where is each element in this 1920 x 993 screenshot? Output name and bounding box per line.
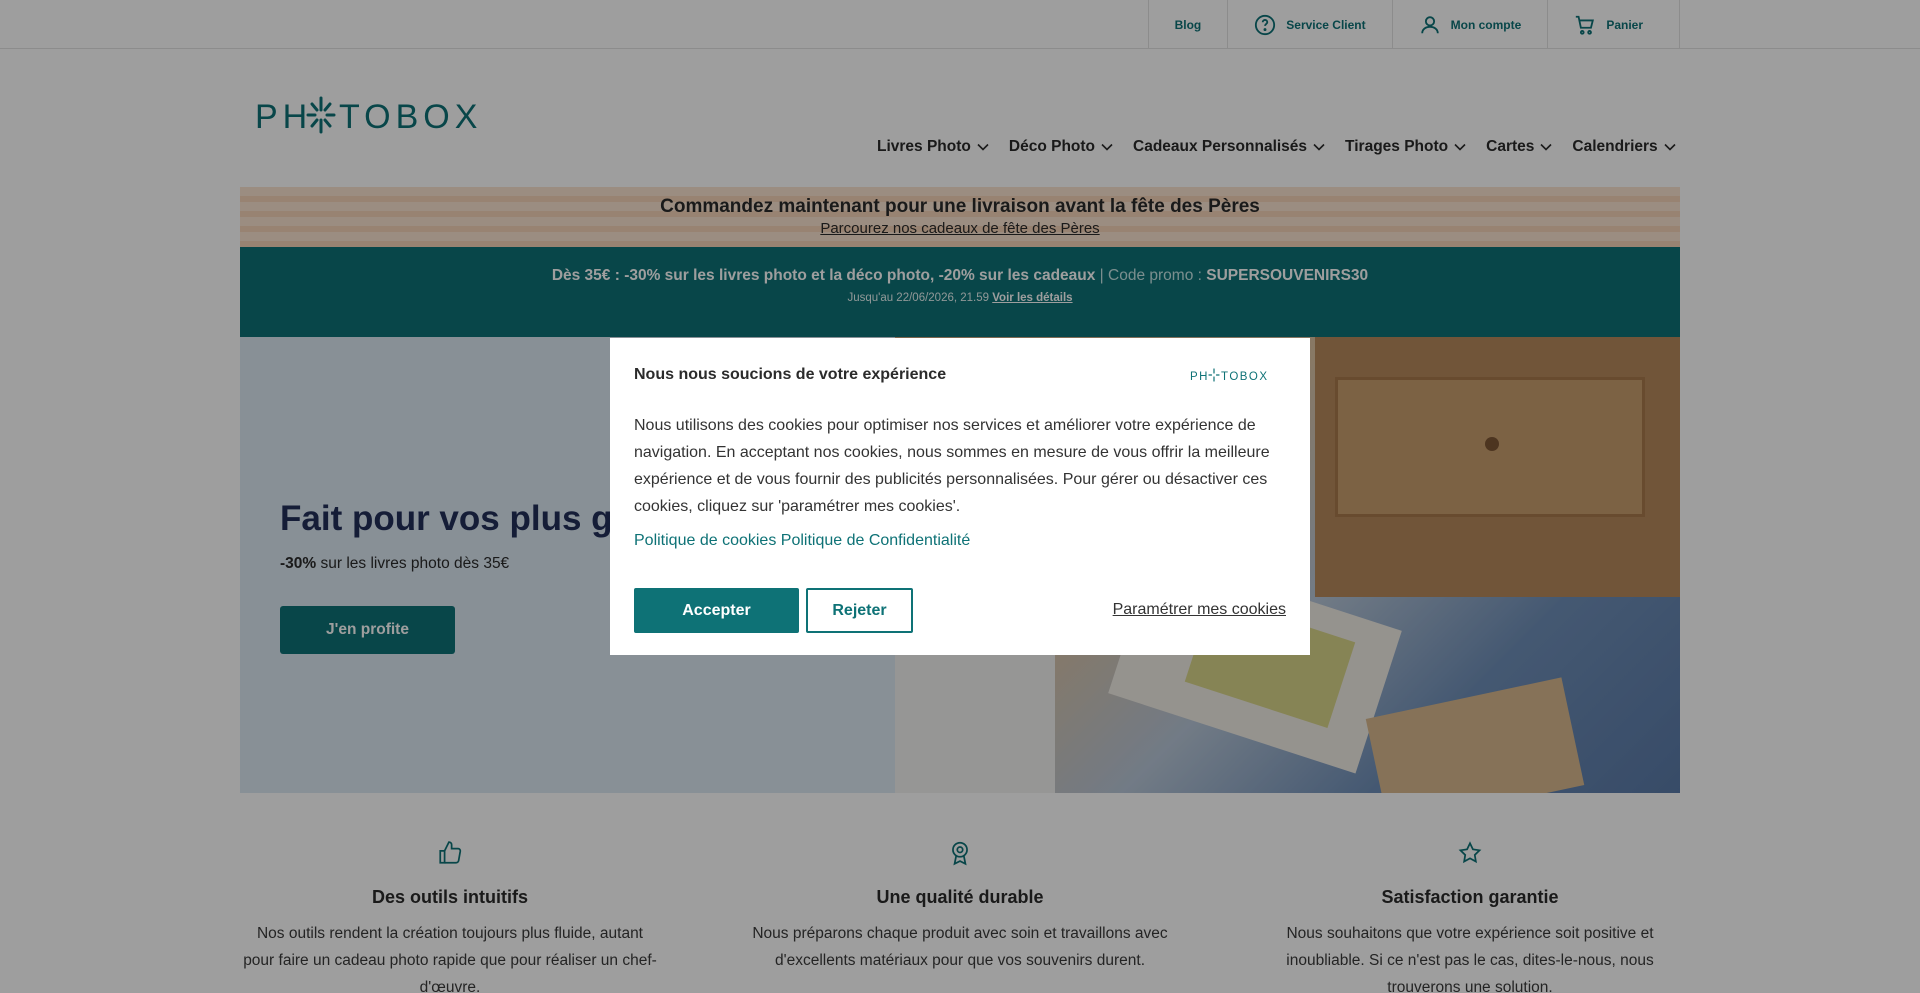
- accept-cookies-button[interactable]: Accepter: [634, 588, 799, 633]
- svg-text:PH: PH: [1190, 371, 1209, 383]
- cookie-consent-dialog: Nous nous soucions de votre expérience P…: [610, 338, 1310, 655]
- reject-cookies-button[interactable]: Rejeter: [806, 588, 913, 633]
- privacy-policy-link[interactable]: Politique de Confidentialité: [781, 532, 970, 549]
- cookie-settings-link[interactable]: Paramétrer mes cookies: [1113, 601, 1286, 619]
- photobox-logo-small: PH TOBOX: [1190, 368, 1269, 383]
- svg-text:TOBOX: TOBOX: [1221, 371, 1269, 383]
- cookie-policy-link[interactable]: Politique de cookies: [634, 532, 776, 549]
- cookie-policy-links: Politique de cookies Politique de Confid…: [634, 532, 970, 550]
- cookie-dialog-body: Nous utilisons des cookies pour optimise…: [634, 417, 1270, 515]
- cookie-dialog-title: Nous nous soucions de votre expérience: [634, 366, 947, 383]
